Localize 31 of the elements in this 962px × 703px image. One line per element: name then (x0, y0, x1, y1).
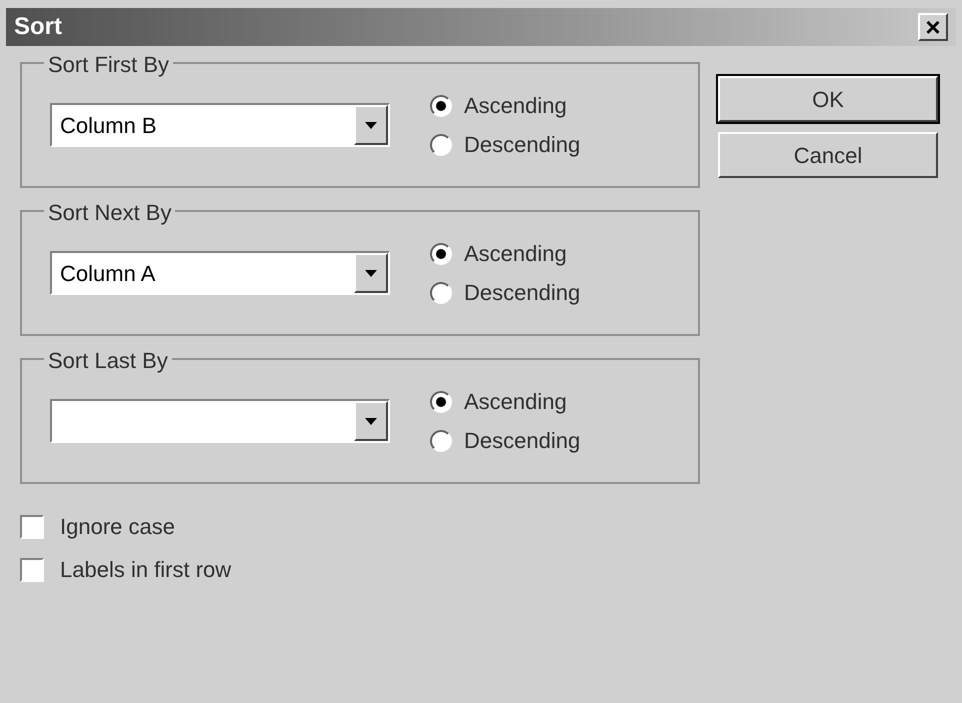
radio-option[interactable]: Descending (430, 128, 580, 161)
dropdown-arrow-button[interactable] (354, 105, 388, 145)
radio-option[interactable]: Ascending (430, 385, 580, 418)
radio-option[interactable]: Descending (430, 424, 580, 457)
checkbox-option[interactable]: Ignore case (20, 510, 700, 543)
radio-button[interactable] (430, 282, 452, 304)
checkbox[interactable] (20, 514, 44, 538)
checkbox[interactable] (20, 558, 44, 582)
radio-button[interactable] (430, 94, 452, 116)
radio-button[interactable] (430, 430, 452, 452)
dropdown[interactable] (50, 399, 390, 443)
radio-button[interactable] (430, 242, 452, 264)
radio-option[interactable]: Descending (430, 276, 580, 309)
caret-icon (365, 270, 377, 276)
caret-icon (365, 122, 377, 128)
checkbox-option[interactable]: Labels in first row (20, 553, 700, 586)
dropdown-arrow-button[interactable] (354, 401, 388, 441)
dropdown-value: Column B (59, 112, 158, 140)
radio-button[interactable] (430, 390, 452, 412)
dropdown-value: Column A (59, 260, 156, 288)
dropdown[interactable]: Column A (50, 251, 390, 295)
dialog-button[interactable]: OK (718, 76, 938, 122)
dialog-button[interactable]: Cancel (718, 132, 938, 178)
dropdown-arrow-button[interactable] (354, 253, 388, 293)
radio-option[interactable]: Ascending (430, 89, 580, 122)
close-button[interactable]: × (918, 13, 948, 41)
caret-icon (365, 418, 377, 424)
window-title: Sort (14, 12, 62, 42)
radio-option[interactable]: Ascending (430, 237, 580, 270)
radio-button[interactable] (430, 134, 452, 156)
dropdown[interactable]: Column B (50, 103, 390, 147)
